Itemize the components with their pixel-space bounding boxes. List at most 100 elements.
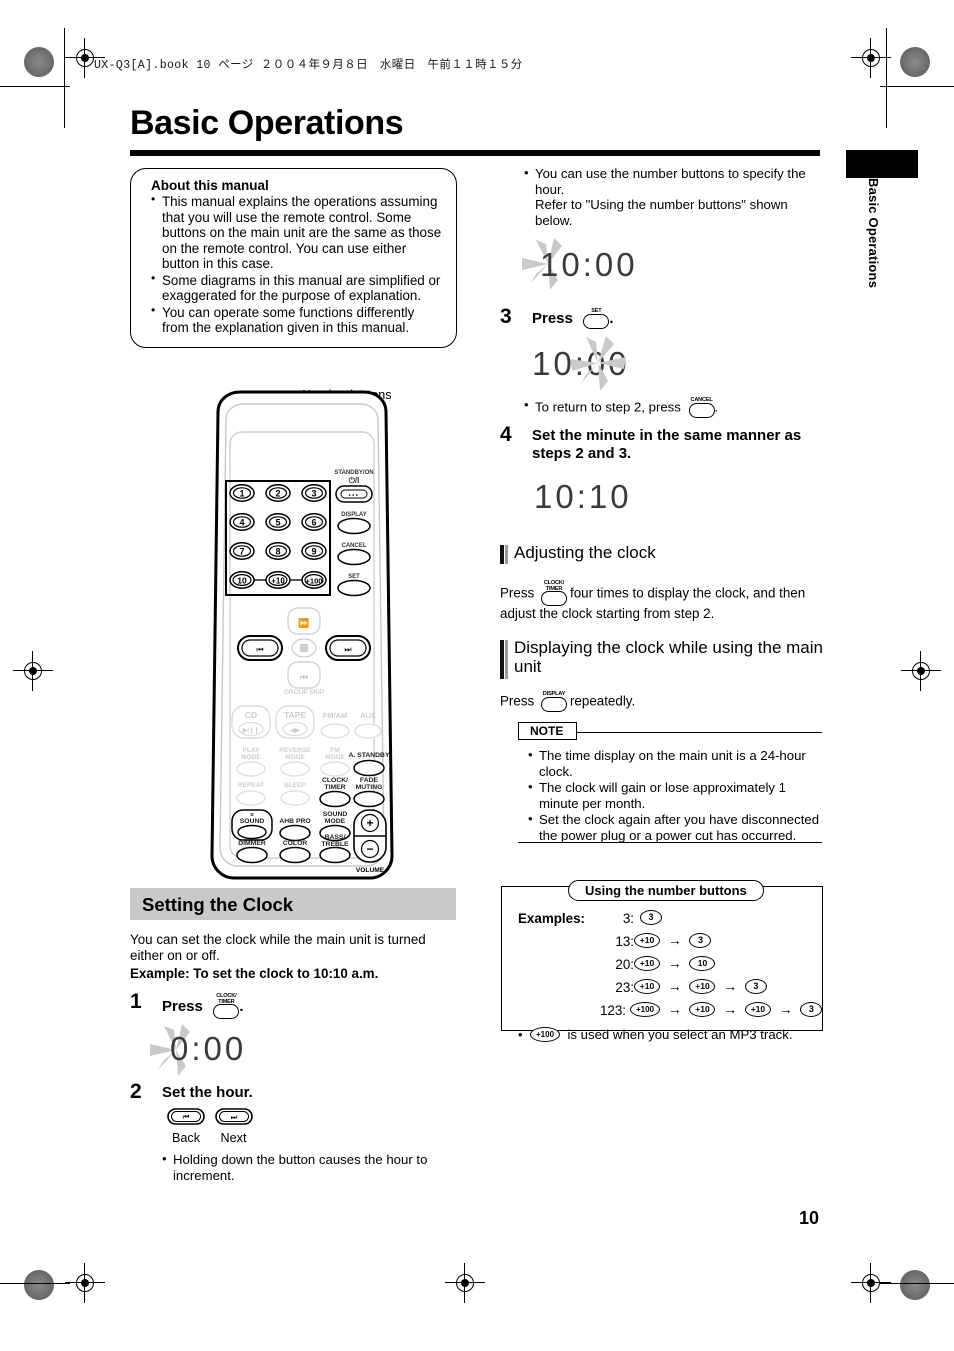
arrow-icon: → [667,1001,682,1018]
step-2-note: Holding down the button causes the hour … [162,1151,458,1183]
svg-text:SOUND: SOUND [323,811,348,818]
arrow-icon: → [667,978,682,995]
arrow-icon: → [778,1001,793,1018]
displaying-clock-body: Press DISPLAY repeatedly. [500,691,830,712]
note-item-1: The time display on the main unit is a 2… [528,747,820,779]
back-button-icon[interactable]: ⏮ [167,1108,205,1125]
clock-timer-button-oval[interactable] [213,1004,240,1020]
using-number-buttons-tag: Using the number buttons [568,880,764,901]
arrow-icon: → [667,955,682,972]
svg-text:CANCEL: CANCEL [342,543,367,549]
svg-text:REVERSE: REVERSE [279,747,311,754]
step-3-display-wrap: 10:00 [532,336,630,391]
arrow-icon: → [667,932,682,949]
step-3-text: Press [532,310,573,328]
key-3-icon-d[interactable]: 3 [800,1001,823,1017]
adjusting-the-clock-body: Press CLOCK/TIMER four times to display … [500,580,830,622]
key-plus10-icon-e[interactable]: +10 [689,978,716,994]
svg-text:⏭: ⏭ [344,645,351,654]
svg-text:CD: CD [245,710,257,720]
about-bullet-1: This manual explains the operations assu… [151,193,442,272]
displaying-text-before: Press [500,693,535,709]
display-button-oval[interactable] [540,696,567,712]
svg-text:MODE: MODE [325,754,345,761]
next-button-icon[interactable]: ⏭ [215,1108,254,1125]
svg-text:SLEEP: SLEEP [284,782,306,789]
step-2-buttons: ⏮ ⏭ Back Next [164,1108,256,1145]
step-4-text: Set the minute in the same manner as ste… [532,427,802,462]
about-this-manual-box: About this manual This manual explains t… [130,168,457,348]
crop-line-bottom-right [880,1283,954,1284]
key-3-icon[interactable]: 3 [640,909,662,925]
cancel-button-oval[interactable] [688,402,715,418]
key-plus10-icon-g[interactable]: +10 [744,1001,771,1017]
svg-text:TAPE: TAPE [284,710,306,720]
key-plus10-icon-f[interactable]: +10 [689,1001,716,1017]
display-button-label: DISPLAY [542,691,566,697]
svg-text:MUTING: MUTING [356,784,383,791]
step-2-number: 2 [130,1080,142,1103]
key-plus100-icon-b[interactable]: +100 [530,1027,561,1043]
cancel-button-icon[interactable]: CANCEL [688,397,715,418]
note-tag: NOTE [518,722,578,740]
setting-the-clock-heading: Setting the Clock [130,888,456,920]
key-plus100-icon-a[interactable]: +100 [630,1001,660,1017]
svg-text:FM: FM [330,747,340,754]
clock-timer-button-label: CLOCK/TIMER [216,993,237,1005]
note-item-2: The clock will gain or lose approximatel… [528,779,820,811]
number-buttons-highlight-box [225,480,331,596]
clock-timer-button-icon-2[interactable]: CLOCK/TIMER [540,580,567,607]
clock-display-hour: 10:00 [540,246,638,283]
print-density-blob-bl [24,1270,54,1300]
page-title: Basic Operations [130,104,404,142]
left-column: About this manual This manual explains t… [130,168,470,348]
svg-text:DIMMER: DIMMER [238,840,266,847]
clock-display-step1: 0:00 [170,1030,247,1067]
key-3-icon-c[interactable]: 3 [744,978,767,994]
step-3-note-item: To return to step 2, press CANCEL . [524,397,824,418]
key-plus10-icon-a[interactable]: +10 [634,932,660,948]
step-3-notes: To return to step 2, press CANCEL . [524,397,824,418]
clock-display-step3: 10:00 [532,345,630,382]
svg-text:⏩: ⏩ [298,617,309,628]
clock-timer-button-icon[interactable]: CLOCK/TIMER [213,993,240,1020]
examples-colon: : [580,911,585,926]
svg-text:⏭: ⏭ [231,1113,238,1122]
step-2-text: Set the hour. [162,1084,253,1101]
svg-text:MODE: MODE [325,818,346,825]
print-density-blob-br [900,1270,930,1300]
step-3-suffix: . [609,310,614,328]
crop-line-right-vertical [886,28,887,128]
key-plus10-icon-d[interactable]: +10 [634,978,660,994]
step-4-display-wrap: 10:10 [534,478,632,516]
step-1-suffix: . [239,997,244,1015]
key-plus10-icon-c[interactable]: +10 [634,955,660,971]
back-button-label: Back [172,1131,200,1145]
svg-text:⏻/I: ⏻/I [349,476,360,485]
svg-text:⏮: ⏮ [183,1113,190,1122]
number-buttons-footnote: • +100 is used when you select an MP3 tr… [518,1027,793,1043]
clock-timer-button-oval-2[interactable] [540,591,567,607]
manual-page: UX-Q3[A].book 10 ページ ２００４年９月８日 水曜日 午前１１時… [0,0,954,1351]
about-box-title: About this manual [151,178,269,193]
registration-mark-bottom-left [65,1263,105,1303]
set-button-icon[interactable]: SET [583,308,610,329]
svg-text:◀▶: ◀▶ [289,727,300,734]
display-button-icon[interactable]: DISPLAY [540,691,567,712]
step-1-text: Press [162,997,203,1015]
next-button-label: Next [220,1131,247,1145]
key-3-icon-b[interactable]: 3 [689,932,712,948]
key-10-icon[interactable]: 10 [689,955,716,971]
displaying-text-after: repeatedly. [569,693,636,709]
svg-text:AUX: AUX [360,711,376,720]
cancel-button-label: CANCEL [690,397,713,403]
svg-text:PLAY: PLAY [243,747,261,754]
page-number: 10 [799,1208,820,1228]
setting-clock-intro-block: You can set the clock while the main uni… [130,932,460,981]
svg-text:COLOR: COLOR [283,840,308,847]
setting-clock-intro: You can set the clock while the main uni… [130,932,426,963]
clock-display-step4: 10:10 [534,478,632,515]
set-button-oval[interactable] [583,313,610,329]
svg-text:GROUP SKIP: GROUP SKIP [284,689,324,696]
print-density-blob-tr [900,47,930,77]
